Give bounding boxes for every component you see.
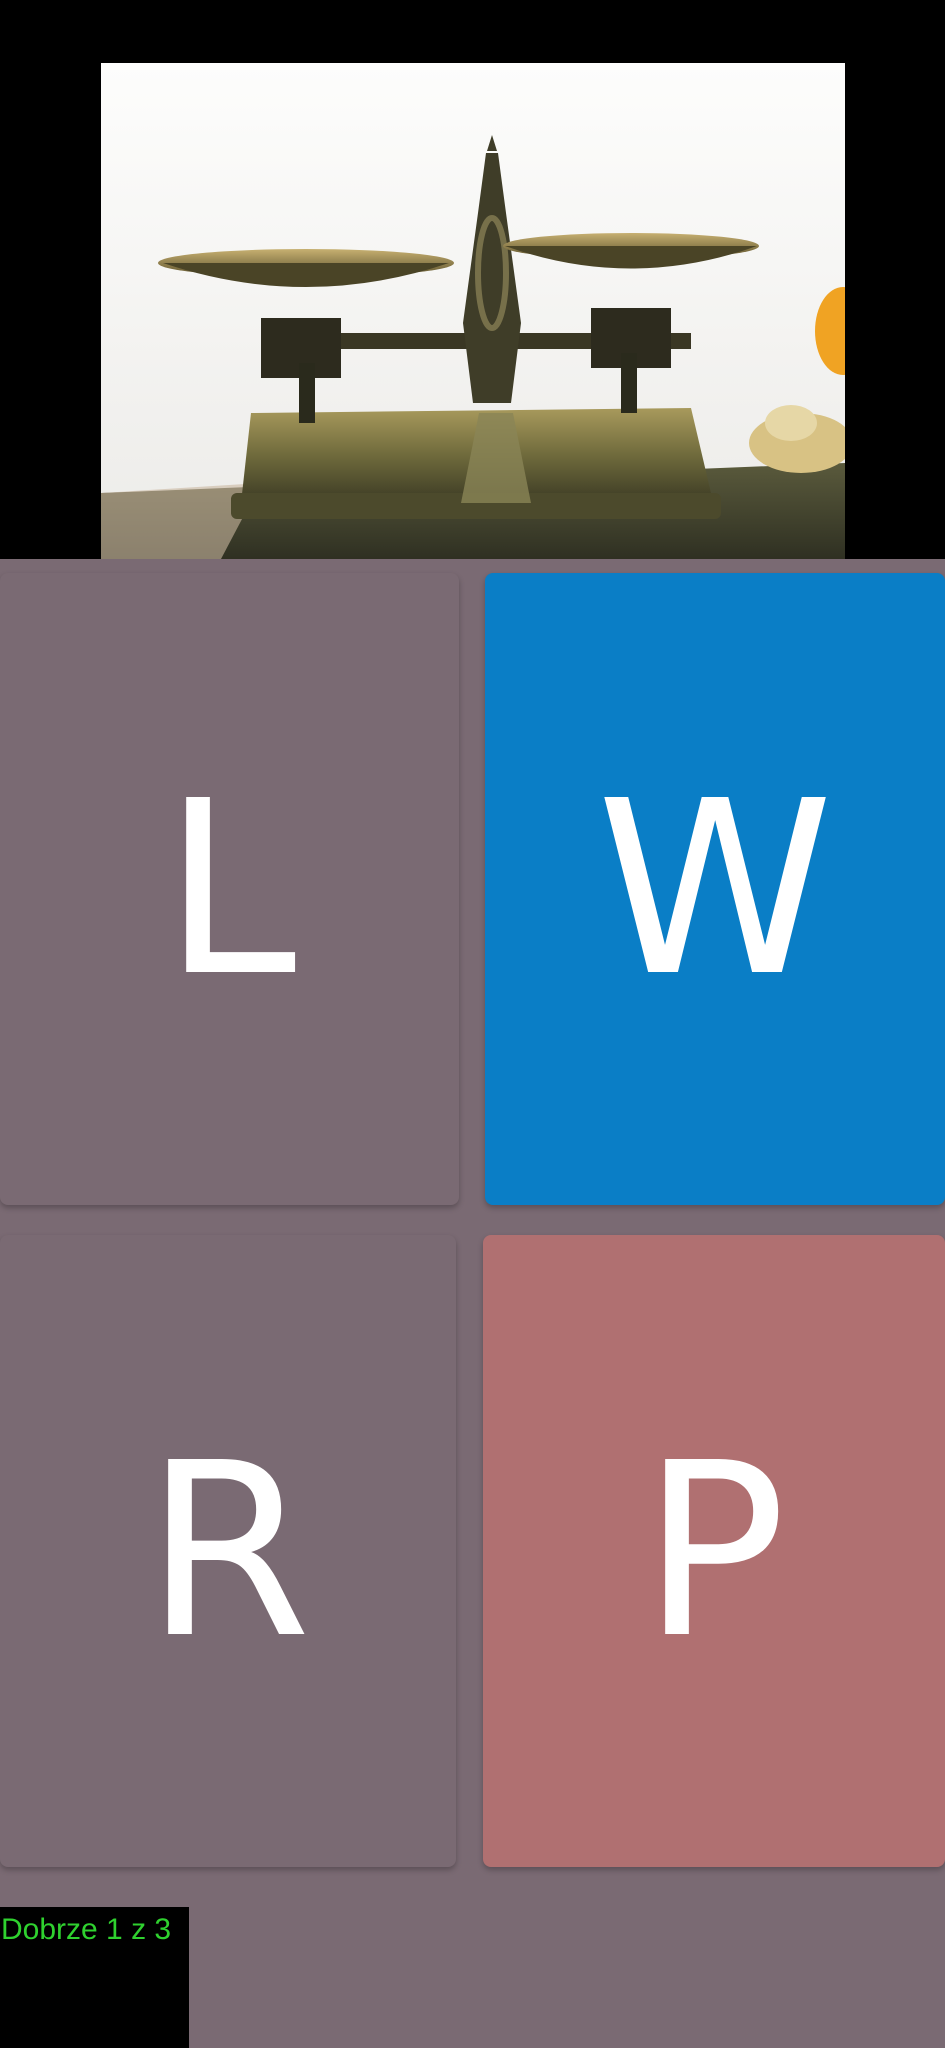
- balance-scale-icon: [101, 63, 845, 559]
- answer-tile-w[interactable]: W: [485, 573, 945, 1205]
- answer-grid: L W R P: [0, 559, 945, 2048]
- score-status-box: Dobrze 1 z 3: [0, 1907, 189, 2048]
- answer-tile-letter: W: [596, 749, 834, 1029]
- answer-tile-p[interactable]: P: [483, 1235, 945, 1867]
- answer-tile-letter: L: [162, 749, 297, 1029]
- answer-tile-r[interactable]: R: [0, 1235, 456, 1867]
- score-status-text: Dobrze 1 z 3: [1, 1913, 172, 1946]
- screen: L W R P Dobrze 1 z 3: [0, 0, 945, 2048]
- answer-tile-letter: R: [144, 1411, 312, 1691]
- balance-scale-image: [101, 63, 845, 559]
- answer-tile-letter: P: [641, 1411, 787, 1691]
- answer-tile-l[interactable]: L: [0, 573, 459, 1205]
